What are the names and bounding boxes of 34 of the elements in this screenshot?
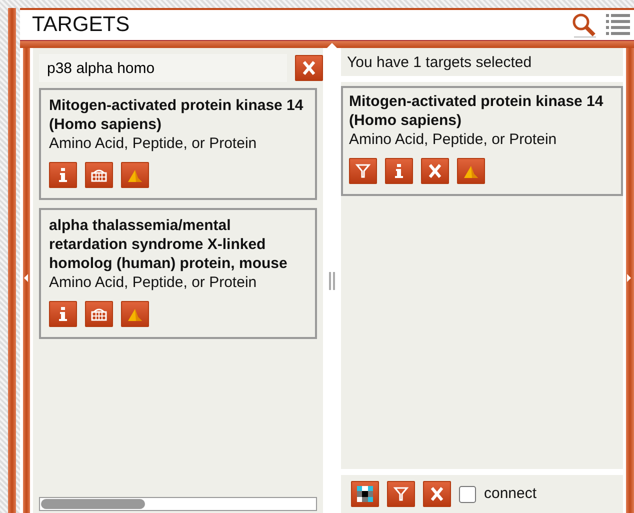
close-button[interactable] <box>295 55 323 81</box>
chart-button[interactable] <box>121 301 149 327</box>
search-field[interactable]: p38 alpha homo <box>39 54 288 82</box>
target-name: Mitogen-activated protein kinase 14 (Homo sapiens) <box>49 96 304 134</box>
list-icon[interactable] <box>606 13 630 37</box>
chart-button[interactable] <box>457 158 485 184</box>
filter-icon <box>354 162 372 180</box>
target-name: Mitogen-activated protein kinase 14 (Homo sapiens) <box>349 92 604 130</box>
info-button[interactable] <box>49 162 77 188</box>
target-name: alpha thalassemia/mental retardation syndrome X-linked homolog (human) protein, mouse <box>49 216 288 273</box>
target-type: Amino Acid, Peptide, or Protein <box>49 273 258 293</box>
matrix-icon <box>356 485 374 503</box>
selection-message: You have 1 targets selected <box>341 48 623 76</box>
close-icon <box>428 485 446 503</box>
filter-button[interactable] <box>387 481 415 507</box>
checkbox-label: connect <box>484 484 537 504</box>
filter-button[interactable] <box>349 158 377 184</box>
search-icon[interactable] <box>570 12 598 38</box>
splitter-handle[interactable] <box>329 272 335 290</box>
matrix-button[interactable] <box>351 481 379 507</box>
target-type: Amino Acid, Peptide, or Protein <box>49 134 258 154</box>
connect-checkbox[interactable] <box>459 486 476 502</box>
filter-icon <box>392 485 410 503</box>
panel-title: TARGETS <box>32 12 131 38</box>
target-type: Amino Acid, Peptide, or Protein <box>349 130 558 150</box>
basket-button[interactable] <box>85 162 113 188</box>
close-icon <box>426 162 444 180</box>
info-button[interactable] <box>385 158 413 184</box>
close-button[interactable] <box>421 158 449 184</box>
scrollbar[interactable] <box>39 497 317 511</box>
chart-button[interactable] <box>121 162 149 188</box>
basket-button[interactable] <box>85 301 113 327</box>
info-button[interactable] <box>49 301 77 327</box>
close-button[interactable] <box>423 481 451 507</box>
